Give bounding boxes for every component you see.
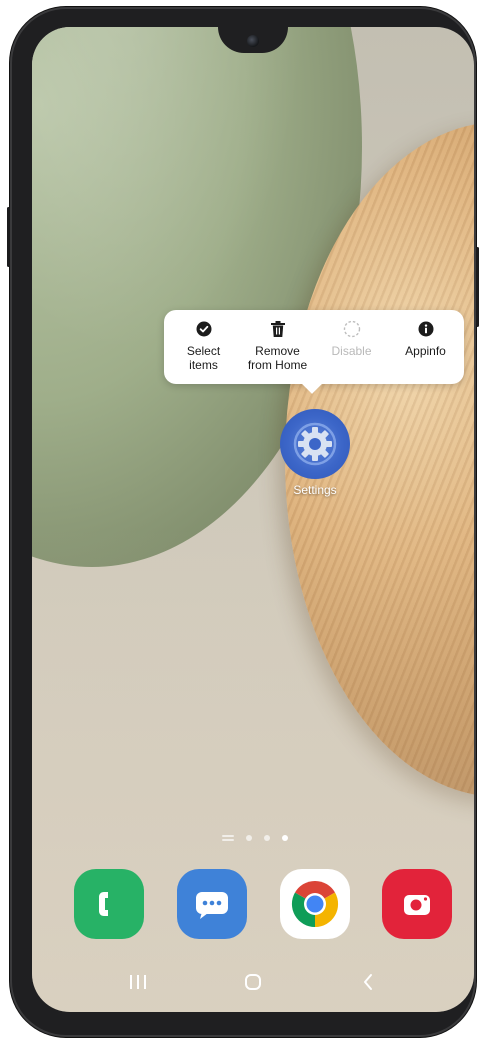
page-indicator[interactable] xyxy=(222,833,302,843)
select-items-button[interactable]: Select items xyxy=(166,310,241,384)
chrome-icon xyxy=(291,880,339,928)
remove-from-home-label: Remove from Home xyxy=(247,344,308,372)
home-icon xyxy=(245,974,261,990)
home-button[interactable] xyxy=(213,952,293,1012)
messages-icon xyxy=(196,892,228,919)
disable-label: Disable xyxy=(331,344,372,358)
power-button xyxy=(476,247,479,327)
front-camera-icon xyxy=(247,35,259,47)
back-icon xyxy=(364,974,372,990)
wallpaper-floor xyxy=(32,527,474,1012)
page-dot xyxy=(264,835,270,841)
phone-frame: Select items Remove from Home Disable Ap… xyxy=(7,7,479,1037)
phone-app-button[interactable] xyxy=(74,869,144,939)
recents-icon xyxy=(130,975,146,989)
recents-button[interactable] xyxy=(98,952,178,1012)
phone-icon xyxy=(99,892,108,916)
page-dot-active xyxy=(282,835,288,841)
settings-app-label: Settings xyxy=(293,483,337,497)
camera-app-button[interactable] xyxy=(382,869,452,939)
home-screen: Select items Remove from Home Disable Ap… xyxy=(32,27,474,1012)
messages-app-button[interactable] xyxy=(177,869,247,939)
navigation-bar xyxy=(32,952,474,1012)
select-items-label: Select items xyxy=(186,344,221,372)
volume-button xyxy=(7,207,10,267)
settings-app-icon[interactable] xyxy=(280,409,350,479)
check-circle-icon xyxy=(195,320,213,338)
info-icon xyxy=(417,320,435,338)
chrome-app-button[interactable] xyxy=(280,869,350,939)
disable-dashed-circle-icon xyxy=(343,320,361,338)
disable-button[interactable]: Disable xyxy=(314,310,389,384)
remove-from-home-button[interactable]: Remove from Home xyxy=(240,310,315,384)
trash-icon xyxy=(269,320,287,338)
app-info-button[interactable]: Appinfo xyxy=(388,310,463,384)
back-button[interactable] xyxy=(328,952,408,1012)
home-page-indicator-icon xyxy=(222,835,234,841)
app-info-label: Appinfo xyxy=(405,344,446,358)
camera-icon xyxy=(404,895,430,915)
app-context-menu: Select items Remove from Home Disable Ap… xyxy=(164,310,464,394)
gear-icon xyxy=(293,422,337,466)
page-dot xyxy=(246,835,252,841)
settings-app[interactable]: Settings xyxy=(280,409,350,499)
